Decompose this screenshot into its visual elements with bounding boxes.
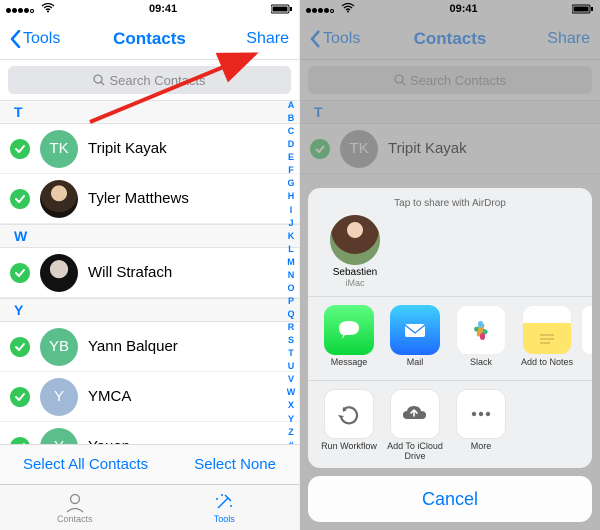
tab-bar: Contacts Tools xyxy=(0,484,299,530)
nav-bar: Tools Contacts Share xyxy=(0,18,299,60)
contact-name: Tripit Kayak xyxy=(88,140,167,157)
workflow-icon xyxy=(324,389,374,439)
tab-tools[interactable]: Tools xyxy=(150,485,300,530)
share-app-mail[interactable]: Mail xyxy=(382,305,448,378)
search-input[interactable]: Search Contacts xyxy=(8,66,291,94)
signal-dots xyxy=(6,3,55,16)
checkmark-icon[interactable] xyxy=(10,337,30,357)
back-button[interactable]: Tools xyxy=(10,30,74,48)
avatar xyxy=(330,215,380,265)
icloud-icon xyxy=(390,389,440,439)
status-time: 09:41 xyxy=(149,3,177,15)
message-icon xyxy=(324,305,374,355)
avatar: Y xyxy=(40,378,78,416)
checkmark-icon[interactable] xyxy=(10,387,30,407)
section-header-w: W xyxy=(0,224,299,248)
phone-left: 09:41 Tools Contacts Share Search Contac… xyxy=(0,0,300,530)
contact-row[interactable]: Y YMCA xyxy=(0,372,299,422)
section-header-y: Y xyxy=(0,298,299,322)
cancel-button[interactable]: Cancel xyxy=(308,476,592,522)
select-none-button[interactable]: Select None xyxy=(194,456,276,473)
avatar: TK xyxy=(40,130,78,168)
checkmark-icon[interactable] xyxy=(10,139,30,159)
tools-icon xyxy=(213,491,235,513)
mail-icon xyxy=(390,305,440,355)
share-app-slack[interactable]: Slack xyxy=(448,305,514,378)
checkmark-icon[interactable] xyxy=(10,189,30,209)
share-apps-row: Message Mail Slack Add to Notes xyxy=(308,305,592,378)
share-sheet: Tap to share with AirDrop Sebastien iMac… xyxy=(308,188,592,522)
tab-contacts[interactable]: Contacts xyxy=(0,485,150,530)
avatar xyxy=(40,180,78,218)
selection-actions: Select All Contacts Select None xyxy=(0,444,299,484)
action-more[interactable]: More xyxy=(448,389,514,462)
share-app-message[interactable]: Message xyxy=(316,305,382,378)
more-icon xyxy=(456,389,506,439)
search-icon xyxy=(93,74,105,86)
contact-name: Tyler Matthews xyxy=(88,190,189,207)
action-icloud-drive[interactable]: Add To iCloud Drive xyxy=(382,389,448,462)
contact-name: Will Strafach xyxy=(88,264,172,281)
status-bar: 09:41 xyxy=(0,0,299,18)
slack-icon xyxy=(456,305,506,355)
select-all-button[interactable]: Select All Contacts xyxy=(23,456,148,473)
avatar xyxy=(40,254,78,292)
contact-row[interactable]: Will Strafach xyxy=(0,248,299,298)
battery-icon xyxy=(271,4,293,14)
alpha-index[interactable]: ABCDEFGHIJKLMNOPQRSTUVWXYZ# xyxy=(285,100,297,450)
contact-row[interactable]: TK Tripit Kayak xyxy=(0,124,299,174)
contact-row[interactable]: Tyler Matthews xyxy=(0,174,299,224)
checkmark-icon[interactable] xyxy=(10,263,30,283)
share-app-notes[interactable]: Add to Notes xyxy=(514,305,580,378)
share-actions-row: Run Workflow Add To iCloud Drive More xyxy=(308,389,592,462)
section-header-t: T xyxy=(0,100,299,124)
contact-row[interactable]: YB Yann Balquer xyxy=(0,322,299,372)
phone-right: 09:41 Tools Contacts Share Search Contac… xyxy=(300,0,600,530)
action-run-workflow[interactable]: Run Workflow xyxy=(316,389,382,462)
airdrop-target[interactable]: Sebastien iMac xyxy=(322,215,388,288)
notes-icon xyxy=(522,305,572,355)
contact-name: Yann Balquer xyxy=(88,338,178,355)
avatar: YB xyxy=(40,328,78,366)
airdrop-prompt: Tap to share with AirDrop xyxy=(308,198,592,209)
nav-title: Contacts xyxy=(113,29,186,49)
contacts-icon xyxy=(64,491,86,513)
share-button[interactable]: Share xyxy=(225,30,289,48)
contact-name: YMCA xyxy=(88,388,131,405)
